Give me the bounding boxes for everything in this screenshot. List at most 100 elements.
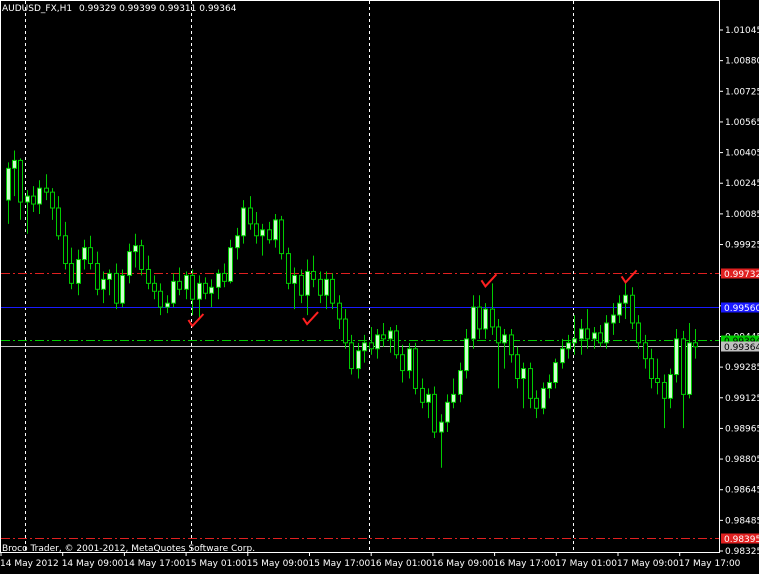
candle-body [592,332,597,340]
candle-body [381,334,386,340]
candle-body [579,328,584,340]
candle-body [171,280,176,304]
candle-body [464,338,469,372]
copyright-text: Broco Trader, © 2001-2012, MetaQuotes So… [2,544,255,554]
price-chart[interactable]: 1.01045 1.00880 1.00725 1.00565 1.00405 1.002… [0,0,759,570]
level-tag-text-4: 0.98395 [724,535,759,545]
candle-body [541,387,546,409]
y-tick-label: 0.99925 [725,241,759,251]
candle-body [375,334,380,350]
candle-body [197,282,202,300]
x-tick-label: 16 May 09:00 [432,559,494,569]
candle-body [292,274,297,284]
candle-body [502,334,507,344]
candle-body [515,354,520,380]
candle-body [248,207,253,225]
candle-body [566,342,571,350]
x-tick-label: 15 May 17:00 [309,559,371,569]
candle-body [37,187,42,205]
x-tick-label: 14 May 2012 [0,559,59,569]
candle-body [305,270,310,296]
y-tick-label: 1.00405 [725,149,759,159]
candle-body [681,338,686,395]
candle-body [458,370,463,395]
y-tick-label: 0.98645 [725,486,759,496]
candle-body [451,393,456,403]
candle-body [63,235,68,265]
candle-body [279,219,284,255]
candle-body [177,280,182,290]
x-tick-label: 14 May 17:00 [123,559,185,569]
candle-body [528,368,533,399]
candle-body [120,274,125,304]
candle-body [158,290,163,308]
candle-body [483,308,488,330]
candle-body [101,278,106,290]
candle-body [18,159,23,203]
candle-body [388,330,393,340]
candle-body [299,274,304,296]
candle-body [611,314,616,324]
y-tick-label: 0.98965 [725,424,759,434]
x-tick-label: 15 May 09:00 [247,559,309,569]
candle-body [241,207,246,237]
candle-body [25,195,30,203]
candle-body [356,350,361,370]
candle-body [560,348,565,364]
x-tick-label: 17 May 17:00 [679,559,741,569]
candle-body [655,378,660,383]
candle-body [165,302,170,308]
chart-background [0,0,759,570]
candle-body [50,191,55,209]
ohlc-readout: 0.99329 0.99399 0.99311 0.99364 [79,4,237,14]
candle-body [127,251,132,276]
candle-body [184,274,189,290]
x-tick-label: 16 May 01:00 [370,559,432,569]
candle-body [267,229,272,241]
y-tick-label: 0.98805 [725,455,759,465]
candle-body [407,348,412,372]
candle-body [349,342,354,370]
candle-body [426,393,431,403]
candle-body [6,167,11,201]
candle-body [95,263,100,290]
candle-body [420,387,425,403]
candle-body [604,322,609,344]
candle-body [203,282,208,294]
symbol-label: AUDUSD_FX,H1 [2,4,72,14]
candle-body [337,302,342,320]
candle-body [260,229,265,237]
candle-body [222,272,227,282]
candle-body [343,318,348,344]
candle-body [432,393,437,433]
candle-body [44,187,49,193]
candle-body [547,381,552,389]
chart-window[interactable]: 1.01045 1.00880 1.00725 1.00565 1.00405 1.002… [0,0,759,570]
candle-body [662,381,667,399]
y-tick-label: 1.00085 [725,210,759,220]
candle-body [623,294,628,304]
y-tick-label: 1.00245 [725,179,759,189]
candle-body [598,332,603,344]
candle-body [88,247,93,265]
candle-body [509,334,514,356]
candle-body [209,286,214,294]
candle-body [216,272,221,288]
candle-body [643,342,648,360]
candle-body [324,278,329,296]
candle-body [146,268,151,284]
level-tag-text-3: 0.99364 [724,343,759,353]
candle-body [572,338,577,344]
candle-body [311,270,316,280]
candle-body [107,272,112,280]
candle-body [394,330,399,356]
y-tick-label: 0.98325 [725,547,759,557]
candle-body [69,263,74,284]
x-tick-label: 17 May 09:00 [617,559,679,569]
candle-body [693,342,698,348]
candle-body [286,253,291,284]
candle-body [139,245,144,270]
candle-body [133,245,138,253]
candle-body [330,278,335,304]
candle-body [318,278,323,296]
